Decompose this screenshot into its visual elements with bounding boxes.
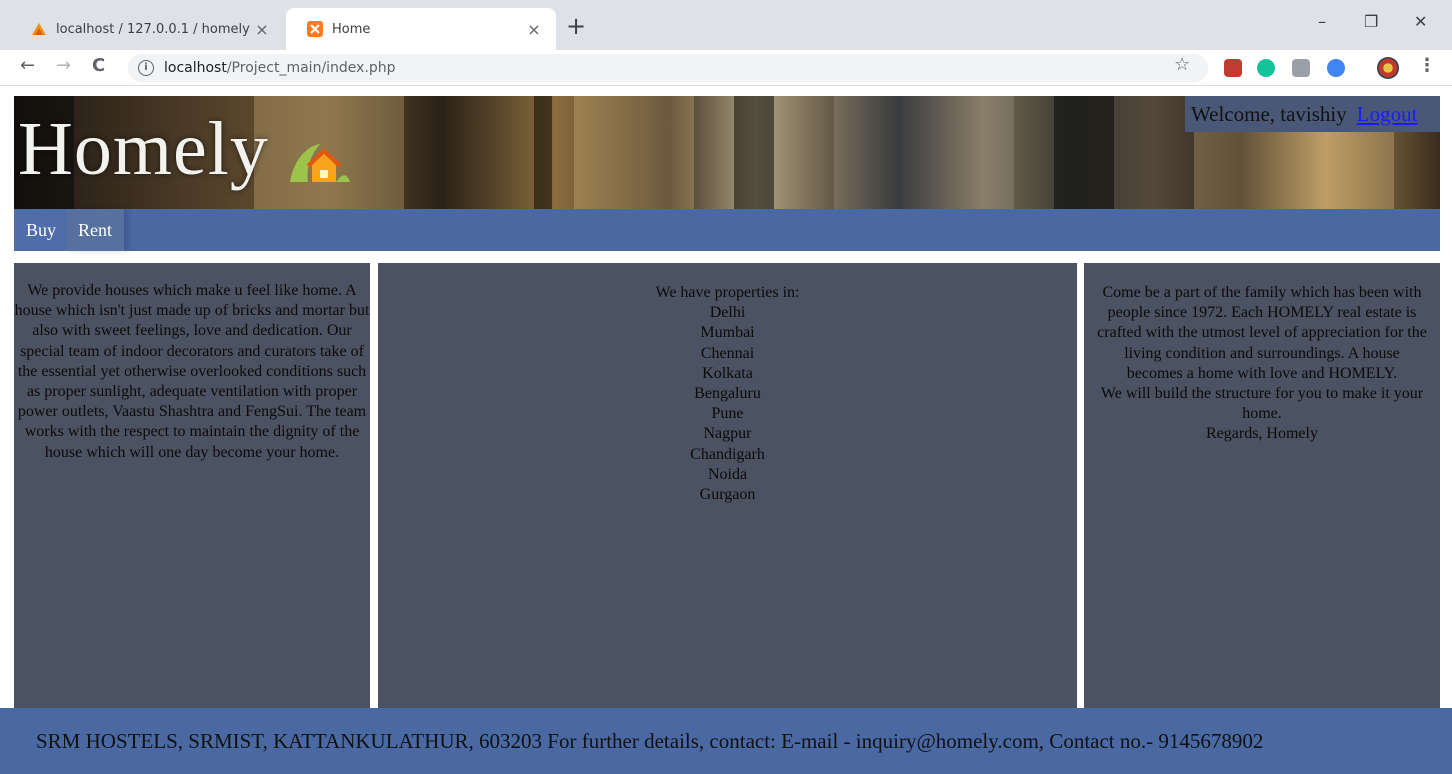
nav-buy[interactable]: Buy: [14, 209, 69, 251]
sync-extension-icon[interactable]: [1327, 59, 1345, 77]
about-text: We provide houses which make u feel like…: [14, 282, 370, 461]
reload-button[interactable]: C: [92, 55, 105, 76]
new-tab-button[interactable]: +: [566, 14, 586, 38]
welcome-box: Welcome, tavishiy Logout: [1185, 96, 1440, 132]
browser-tab-strip: localhost / 127.0.0.1 / homely / u × Hom…: [0, 0, 1452, 50]
tab-home[interactable]: Home ×: [286, 8, 556, 50]
regards-text: Regards, Homely: [1206, 425, 1318, 443]
profile-avatar-icon[interactable]: [1377, 57, 1399, 79]
city-item: Kolkata: [702, 364, 753, 382]
family-text-2: We will build the structure for you to m…: [1100, 385, 1424, 423]
city-item: Delhi: [709, 304, 746, 322]
city-item: Nagpur: [703, 425, 752, 443]
locations-heading: We have properties in:: [655, 284, 800, 301]
pma-favicon: [32, 23, 46, 35]
pdf-extension-icon[interactable]: [1224, 59, 1242, 77]
city-item: Chandigarh: [690, 445, 765, 463]
minimize-button[interactable]: –: [1318, 12, 1326, 31]
family-column: Come be a part of the family which has b…: [1084, 263, 1440, 708]
tab-title: localhost / 127.0.0.1 / homely / u: [56, 21, 250, 37]
site-footer: SRM HOSTELS, SRMIST, KATTANKULATHUR, 603…: [0, 708, 1452, 774]
clipboard-extension-icon[interactable]: [1292, 59, 1310, 77]
grammarly-icon[interactable]: [1257, 59, 1275, 77]
family-text: Come be a part of the family which has b…: [1097, 284, 1427, 382]
main-nav: Buy Rent: [14, 209, 1440, 251]
city-item: Pune: [711, 405, 744, 423]
forward-button[interactable]: →: [56, 55, 71, 76]
house-logo-icon: [290, 144, 350, 182]
city-item: Bengaluru: [694, 385, 761, 403]
tab-close-icon[interactable]: ×: [250, 20, 274, 39]
star-icon[interactable]: ☆: [1174, 54, 1190, 75]
back-button[interactable]: ←: [20, 55, 35, 76]
tab-close-icon[interactable]: ×: [522, 20, 546, 39]
footer-contact-text: SRM HOSTELS, SRMIST, KATTANKULATHUR, 603…: [36, 728, 1264, 753]
welcome-text: Welcome, tavishiy: [1191, 101, 1347, 126]
city-item: Noida: [707, 465, 748, 483]
logout-link[interactable]: Logout: [1357, 102, 1418, 127]
tab-phpmyadmin[interactable]: localhost / 127.0.0.1 / homely / u ×: [20, 8, 284, 50]
about-column: We provide houses which make u feel like…: [14, 263, 370, 708]
locations-column: We have properties in: Delhi Mumbai Chen…: [378, 263, 1077, 708]
site-logo[interactable]: Homely: [18, 106, 269, 193]
close-window-button[interactable]: ✕: [1414, 12, 1427, 31]
city-item: Mumbai: [700, 324, 755, 342]
city-item: Gurgaon: [699, 486, 756, 504]
address-bar[interactable]: i localhost /Project_main/index.php: [128, 54, 1208, 82]
nav-rent[interactable]: Rent: [66, 209, 124, 251]
city-item: Chennai: [700, 344, 755, 362]
xampp-favicon: [307, 21, 323, 37]
restore-button[interactable]: ❐: [1364, 12, 1378, 31]
menu-icon[interactable]: ⋮: [1418, 55, 1436, 76]
tab-title: Home: [332, 21, 371, 37]
url-path: /Project_main/index.php: [226, 60, 396, 76]
info-icon[interactable]: i: [138, 60, 154, 76]
url-host: localhost: [164, 60, 227, 76]
browser-toolbar: ← → C i localhost /Project_main/index.ph…: [0, 50, 1452, 86]
